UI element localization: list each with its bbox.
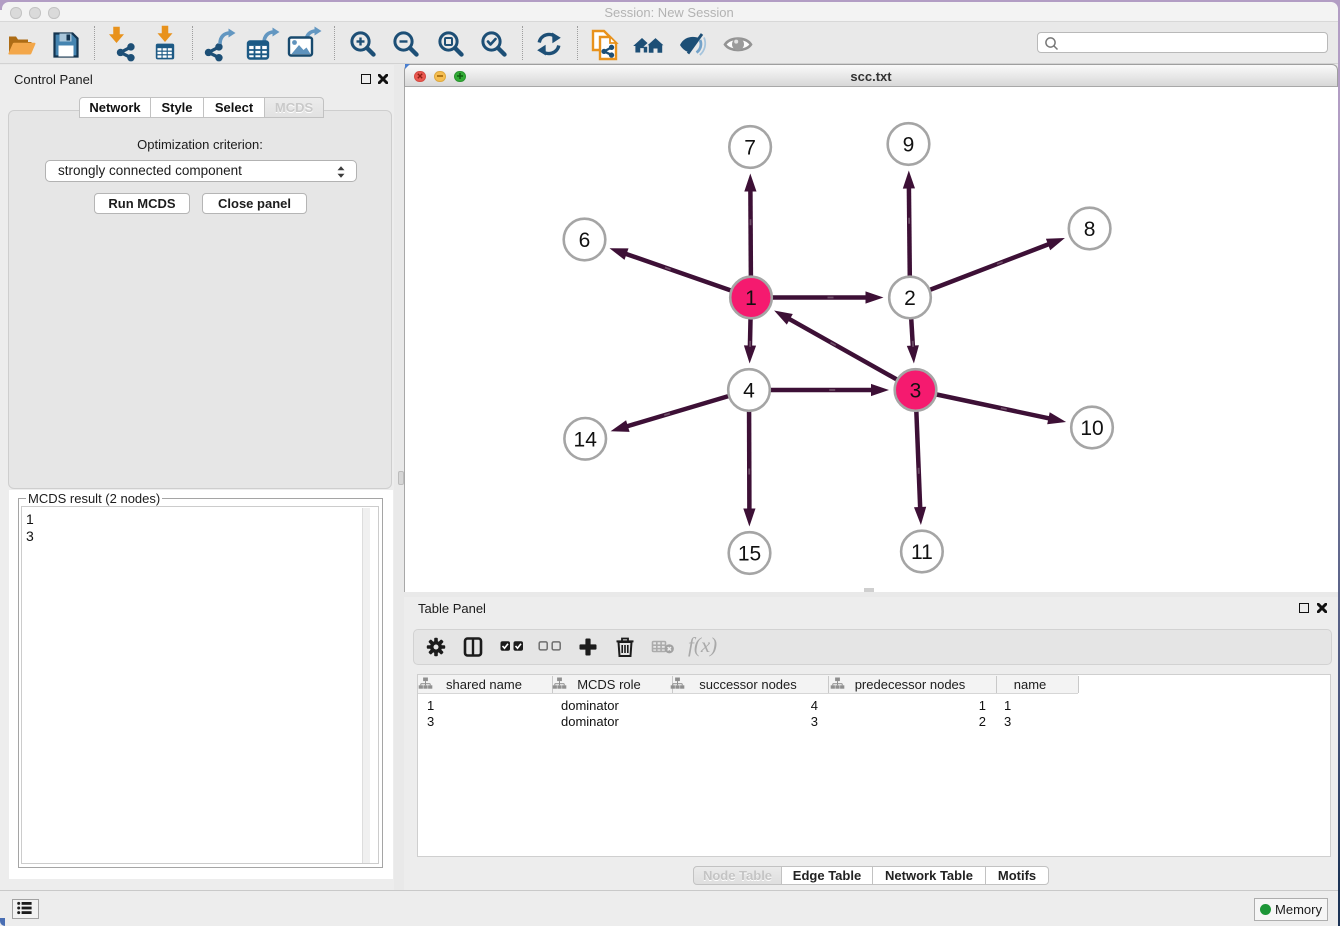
svg-text:2: 2 [904, 287, 916, 310]
svg-text:1: 1 [745, 287, 757, 310]
svg-text:10: 10 [1080, 417, 1103, 440]
svg-text:4: 4 [743, 380, 755, 403]
svg-text:14: 14 [574, 428, 598, 451]
svg-text:7: 7 [744, 137, 756, 160]
svg-text:8: 8 [1084, 218, 1096, 241]
svg-text:3: 3 [910, 380, 922, 403]
svg-text:15: 15 [738, 543, 761, 566]
svg-text:9: 9 [903, 134, 915, 157]
svg-text:6: 6 [579, 229, 591, 252]
svg-text:11: 11 [911, 541, 933, 564]
